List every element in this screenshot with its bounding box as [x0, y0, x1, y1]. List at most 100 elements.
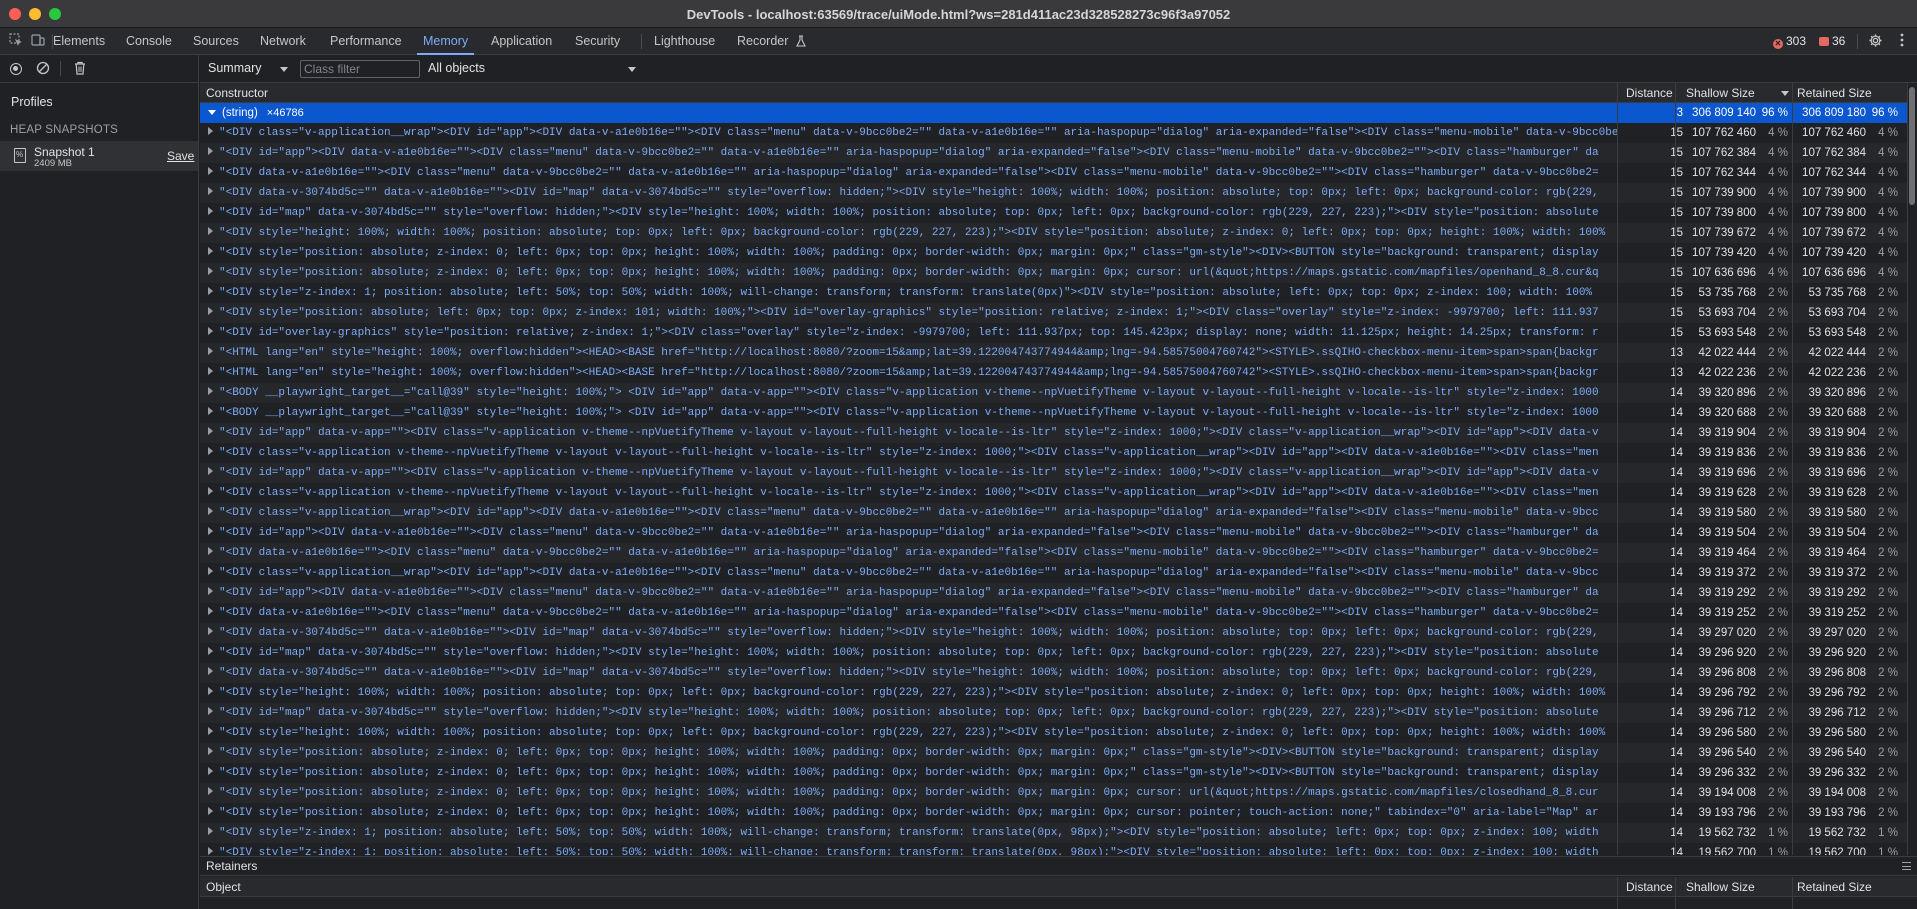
table-row[interactable]: "<HTML lang="en" style="height: 100%; ov…	[200, 363, 1917, 383]
hamburger-menu-icon[interactable]	[1902, 862, 1911, 870]
expand-triangle-icon[interactable]	[208, 407, 213, 415]
column-retained-size[interactable]: Retained Size	[1793, 877, 1872, 897]
expand-triangle-icon[interactable]	[208, 667, 213, 675]
column-shallow-size[interactable]: Shallow Size	[1682, 877, 1755, 897]
tab-performance[interactable]: Performance	[330, 28, 402, 55]
table-row[interactable]: "<DIV class="v-application__wrap"><DIV i…	[200, 123, 1917, 143]
table-row-selected[interactable]: (string) ×46786 3 306 809 140 96 % 306 80…	[200, 103, 1917, 123]
expand-triangle-icon[interactable]	[208, 127, 213, 135]
expand-triangle-icon[interactable]	[208, 687, 213, 695]
expand-triangle-icon[interactable]	[208, 267, 213, 275]
table-row[interactable]: "<DIV data-v-3074bd5c="" data-v-a1e0b16e…	[200, 623, 1917, 643]
class-filter-input[interactable]	[300, 60, 420, 78]
expand-triangle-icon[interactable]	[208, 647, 213, 655]
expand-triangle-icon[interactable]	[208, 607, 213, 615]
expand-triangle-icon[interactable]	[208, 767, 213, 775]
table-row[interactable]: "<DIV data-v-a1e0b16e=""><DIV class="men…	[200, 543, 1917, 563]
expand-triangle-icon[interactable]	[208, 507, 213, 515]
expand-triangle-icon[interactable]	[208, 167, 213, 175]
expand-triangle-icon[interactable]	[208, 827, 213, 835]
table-row[interactable]: "<DIV id="app" data-v-app=""><DIV class=…	[200, 423, 1917, 443]
expand-triangle-icon[interactable]	[208, 110, 216, 115]
view-select[interactable]: Summary	[208, 61, 261, 75]
expand-triangle-icon[interactable]	[208, 807, 213, 815]
settings-gear-icon[interactable]	[1867, 33, 1883, 49]
tab-elements[interactable]: Elements	[53, 28, 105, 55]
table-row[interactable]: "<DIV class="v-application__wrap"><DIV i…	[200, 503, 1917, 523]
table-row[interactable]: "<DIV style="position: absolute; z-index…	[200, 743, 1917, 763]
expand-triangle-icon[interactable]	[208, 187, 213, 195]
table-row[interactable]: "<DIV id="app" data-v-app=""><DIV class=…	[200, 463, 1917, 483]
expand-triangle-icon[interactable]	[208, 567, 213, 575]
device-toolbar-icon[interactable]	[30, 33, 46, 49]
table-row[interactable]: "<DIV style="height: 100%; width: 100%; …	[200, 723, 1917, 743]
expand-triangle-icon[interactable]	[208, 787, 213, 795]
column-object[interactable]: Object	[202, 877, 241, 897]
table-row[interactable]: "<DIV style="height: 100%; width: 100%; …	[200, 683, 1917, 703]
expand-triangle-icon[interactable]	[208, 307, 213, 315]
expand-triangle-icon[interactable]	[208, 467, 213, 475]
expand-triangle-icon[interactable]	[208, 327, 213, 335]
expand-triangle-icon[interactable]	[208, 727, 213, 735]
table-row[interactable]: "<DIV id="overlay-graphics" style="posit…	[200, 323, 1917, 343]
expand-triangle-icon[interactable]	[208, 287, 213, 295]
tab-recorder[interactable]: Recorder	[737, 28, 806, 55]
clear-profiles-icon[interactable]	[35, 61, 51, 77]
expand-triangle-icon[interactable]	[208, 447, 213, 455]
table-row[interactable]: "<DIV id="map" data-v-3074bd5c="" style=…	[200, 643, 1917, 663]
column-distance[interactable]: Distance	[1622, 877, 1673, 897]
table-row[interactable]: "<DIV class="v-application v-theme--npVu…	[200, 443, 1917, 463]
expand-triangle-icon[interactable]	[208, 427, 213, 435]
tab-network[interactable]: Network	[260, 28, 306, 55]
expand-triangle-icon[interactable]	[208, 527, 213, 535]
table-row[interactable]: "<DIV data-v-3074bd5c="" data-v-a1e0b16e…	[200, 663, 1917, 683]
expand-triangle-icon[interactable]	[208, 847, 213, 855]
expand-triangle-icon[interactable]	[208, 547, 213, 555]
table-row[interactable]: "<DIV class="v-application__wrap"><DIV i…	[200, 563, 1917, 583]
tab-console[interactable]: Console	[126, 28, 172, 55]
table-row[interactable]: "<DIV style="position: absolute; z-index…	[200, 803, 1917, 823]
table-row[interactable]: "<DIV id="map" data-v-3074bd5c="" style=…	[200, 203, 1917, 223]
table-row[interactable]: "<DIV style="z-index: 1; position: absol…	[200, 823, 1917, 843]
expand-triangle-icon[interactable]	[208, 627, 213, 635]
expand-triangle-icon[interactable]	[208, 387, 213, 395]
table-row[interactable]: "<DIV style="height: 100%; width: 100%; …	[200, 223, 1917, 243]
expand-triangle-icon[interactable]	[208, 227, 213, 235]
table-row[interactable]: "<DIV style="position: absolute; z-index…	[200, 783, 1917, 803]
collect-garbage-trash-icon[interactable]	[72, 61, 88, 77]
table-row[interactable]: "<DIV class="v-application v-theme--npVu…	[200, 483, 1917, 503]
table-row[interactable]: "<DIV style="z-index: 1; position: absol…	[200, 283, 1917, 303]
expand-triangle-icon[interactable]	[208, 587, 213, 595]
column-shallow-size[interactable]: Shallow Size	[1682, 83, 1755, 103]
expand-triangle-icon[interactable]	[208, 487, 213, 495]
expand-triangle-icon[interactable]	[208, 367, 213, 375]
grid-scrollbar-thumb[interactable]	[1909, 87, 1915, 205]
column-distance[interactable]: Distance	[1622, 83, 1673, 103]
table-row[interactable]: "<DIV data-v-a1e0b16e=""><DIV class="men…	[200, 603, 1917, 623]
expand-triangle-icon[interactable]	[208, 747, 213, 755]
more-options-icon[interactable]	[1894, 33, 1910, 49]
table-row[interactable]: "<DIV style="position: absolute; z-index…	[200, 263, 1917, 283]
expand-triangle-icon[interactable]	[208, 707, 213, 715]
table-row[interactable]: "<DIV style="position: absolute; z-index…	[200, 243, 1917, 263]
table-row[interactable]: "<DIV data-v-a1e0b16e=""><DIV class="men…	[200, 163, 1917, 183]
column-retained-size[interactable]: Retained Size	[1793, 83, 1872, 103]
snapshot-item[interactable]: Snapshot 1 2409 MB Save	[0, 141, 198, 171]
expand-triangle-icon[interactable]	[208, 347, 213, 355]
issue-count-badge[interactable]: 36	[1819, 28, 1845, 55]
expand-triangle-icon[interactable]	[208, 147, 213, 155]
table-row[interactable]: "<DIV id="app"><DIV data-v-a1e0b16e=""><…	[200, 583, 1917, 603]
object-scope-select[interactable]: All objects	[428, 61, 485, 75]
tab-security[interactable]: Security	[575, 28, 620, 55]
expand-triangle-icon[interactable]	[208, 207, 213, 215]
table-row[interactable]: "<DIV id="map" data-v-3074bd5c="" style=…	[200, 703, 1917, 723]
table-row[interactable]: "<BODY __playwright_target__="call@39" s…	[200, 383, 1917, 403]
take-snapshot-record-icon[interactable]	[8, 61, 24, 77]
table-row[interactable]: "<HTML lang="en" style="height: 100%; ov…	[200, 343, 1917, 363]
table-row[interactable]: "<BODY __playwright_target__="call@39" s…	[200, 403, 1917, 423]
table-row[interactable]: "<DIV data-v-3074bd5c="" data-v-a1e0b16e…	[200, 183, 1917, 203]
tab-sources[interactable]: Sources	[193, 28, 239, 55]
expand-triangle-icon[interactable]	[208, 247, 213, 255]
snapshot-save-link[interactable]: Save	[167, 149, 194, 163]
table-row[interactable]: "<DIV id="app"><DIV data-v-a1e0b16e=""><…	[200, 523, 1917, 543]
